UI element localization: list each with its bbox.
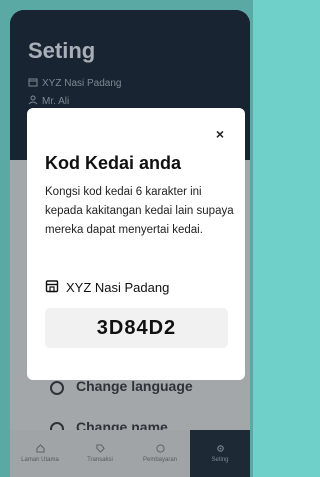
close-button[interactable]: × [216,126,224,142]
store-icon [45,279,59,296]
dialog-shop: XYZ Nasi Padang [45,279,169,296]
dialog-description: Kongsi kod kedai 6 karakter ini kepada k… [45,186,234,236]
dialog-shop-name: XYZ Nasi Padang [66,280,170,295]
shop-code-dialog: × Kod Kedai anda Kongsi kod kedai 6 kara… [27,108,245,380]
shop-code[interactable]: 3D84D2 [45,308,228,348]
dialog-title: Kod Kedai anda [45,153,182,173]
